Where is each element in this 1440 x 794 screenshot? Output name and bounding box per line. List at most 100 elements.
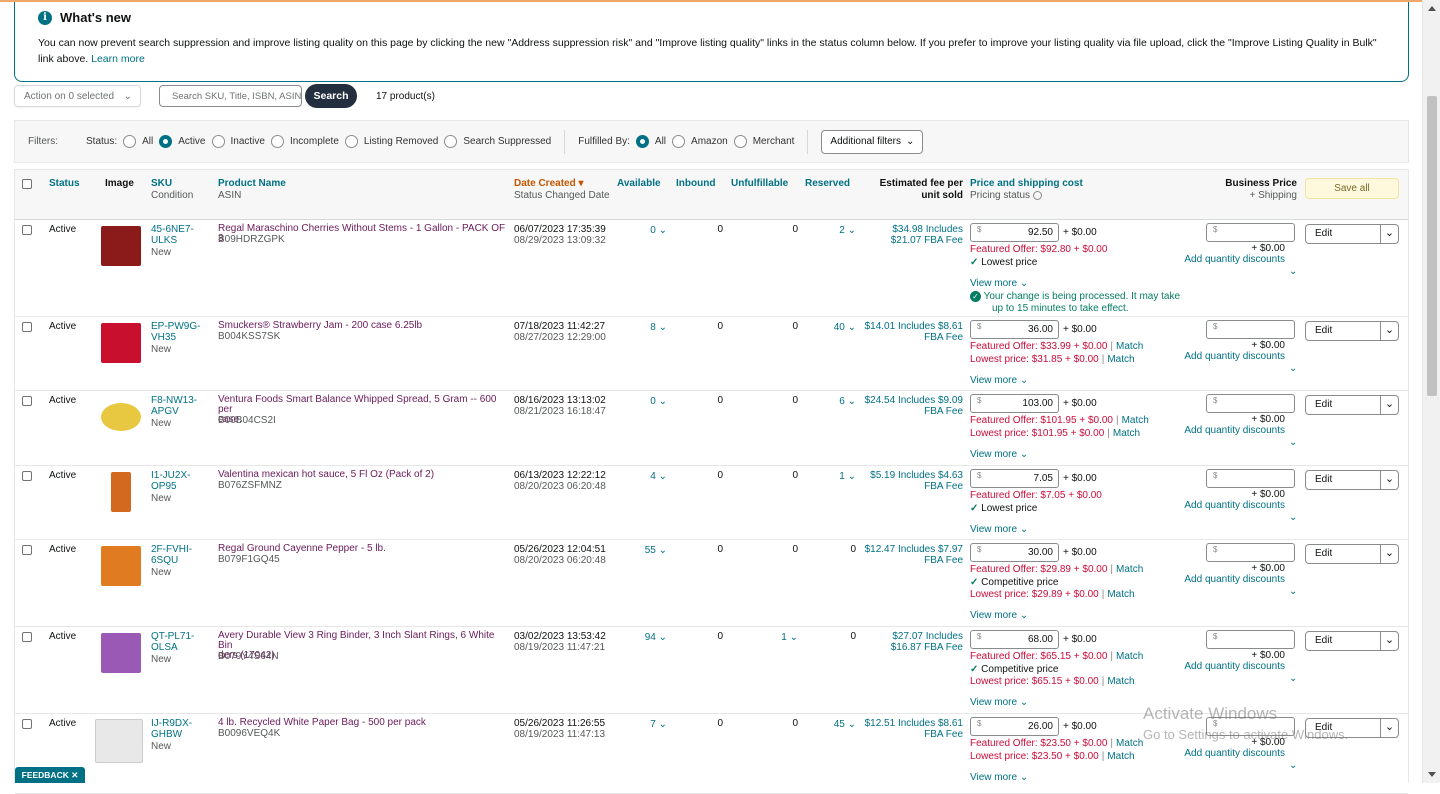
status-listing-removed-label[interactable]: Listing Removed — [364, 136, 438, 147]
status-all-radio[interactable] — [123, 135, 137, 148]
chevron-down-icon[interactable]: ⌄ — [1289, 586, 1297, 597]
product-image[interactable] — [101, 546, 141, 586]
fulfilled-merchant-label[interactable]: Merchant — [753, 136, 795, 147]
status-all-label[interactable]: All — [142, 136, 153, 147]
match-featured-link[interactable]: Match — [1116, 651, 1143, 662]
price-input[interactable]: $68.00 — [970, 630, 1059, 649]
row-checkbox[interactable] — [22, 545, 32, 555]
add-quantity-discounts-link[interactable]: Add quantity discounts — [1175, 425, 1285, 436]
business-price-input[interactable]: $ — [1206, 320, 1295, 339]
col-status[interactable]: Status — [49, 178, 80, 189]
fulfilled-merchant-radio[interactable] — [733, 135, 747, 148]
edit-button[interactable]: Edit ⌄ — [1305, 321, 1399, 341]
available-dropdown[interactable]: 55 ⌄ — [627, 545, 667, 556]
col-price[interactable]: Price and shipping cost Pricing status — [970, 178, 1083, 201]
business-price-input[interactable]: $ — [1206, 394, 1295, 413]
sku-link[interactable]: 45-6NE7- ULKS — [151, 224, 194, 246]
edit-button[interactable]: Edit ⌄ — [1305, 470, 1399, 490]
unfulfillable-dropdown[interactable]: 1 ⌄ — [768, 632, 798, 643]
sku-link[interactable]: 2F-FVHI- 6SQU — [151, 544, 192, 566]
status-active-label[interactable]: Active — [178, 136, 205, 147]
match-lowest-link[interactable]: Match — [1107, 589, 1134, 600]
fulfilled-amazon-label[interactable]: Amazon — [691, 136, 728, 147]
estimated-fee-link[interactable]: $34.98 Includes $21.07 FBA Fee — [853, 224, 963, 246]
match-featured-link[interactable]: Match — [1116, 341, 1143, 352]
estimated-fee-link[interactable]: $12.51 Includes $8.61 FBA Fee — [853, 718, 963, 740]
add-quantity-discounts-link[interactable]: Add quantity discounts — [1175, 748, 1285, 759]
price-input[interactable]: $36.00 — [970, 320, 1059, 339]
sku-link[interactable]: QT-PL71- OLSA — [151, 631, 194, 653]
available-dropdown[interactable]: 0 ⌄ — [627, 225, 667, 236]
estimated-fee-link[interactable]: $14.01 Includes $8.61 FBA Fee — [853, 321, 963, 343]
product-name-link[interactable]: Regal Ground Cayenne Pepper - 5 lb. — [218, 544, 508, 554]
chevron-down-icon[interactable]: ⌄ — [1289, 437, 1297, 448]
col-available[interactable]: Available — [617, 178, 661, 189]
status-inactive-radio[interactable] — [211, 135, 225, 148]
match-featured-link[interactable]: Match — [1116, 738, 1143, 749]
business-price-input[interactable]: $ — [1206, 543, 1295, 562]
status-active-radio[interactable] — [159, 135, 173, 148]
available-dropdown[interactable]: 4 ⌄ — [627, 471, 667, 482]
row-checkbox[interactable] — [22, 719, 32, 729]
chevron-down-icon[interactable]: ⌄ — [1289, 266, 1297, 277]
estimated-fee-link[interactable]: $5.19 Includes $4.63 FBA Fee — [853, 470, 963, 492]
available-dropdown[interactable]: 7 ⌄ — [627, 719, 667, 730]
price-input[interactable]: $103.00 — [970, 394, 1059, 413]
chevron-down-icon[interactable]: ⌄ — [1289, 512, 1297, 523]
product-image[interactable] — [101, 633, 141, 673]
status-inactive-label[interactable]: Inactive — [231, 136, 265, 147]
learn-more-link[interactable]: Learn more — [91, 53, 145, 65]
estimated-fee-link[interactable]: $24.54 Includes $9.09 FBA Fee — [853, 395, 963, 417]
add-quantity-discounts-link[interactable]: Add quantity discounts — [1175, 351, 1285, 362]
row-checkbox[interactable] — [22, 632, 32, 642]
status-listing-removed-radio[interactable] — [344, 135, 358, 148]
reserved-dropdown[interactable]: 45 ⌄ — [815, 719, 856, 730]
reserved-dropdown[interactable]: 1 ⌄ — [815, 471, 856, 482]
chevron-down-icon[interactable]: ⌄ — [1289, 363, 1297, 374]
available-dropdown[interactable]: 8 ⌄ — [627, 322, 667, 333]
product-name-link[interactable]: 4 lb. Recycled White Paper Bag - 500 per… — [218, 718, 508, 728]
available-dropdown[interactable]: 94 ⌄ — [627, 632, 667, 643]
feedback-button[interactable]: FEEDBACK ✕ — [15, 767, 85, 783]
status-incomplete-label[interactable]: Incomplete — [290, 136, 339, 147]
edit-button[interactable]: Edit ⌄ — [1305, 395, 1399, 415]
match-lowest-link[interactable]: Match — [1107, 354, 1134, 365]
row-checkbox[interactable] — [22, 471, 32, 481]
business-price-input[interactable]: $ — [1206, 223, 1295, 242]
product-image[interactable] — [101, 323, 141, 363]
product-image[interactable] — [101, 403, 141, 431]
add-quantity-discounts-link[interactable]: Add quantity discounts — [1175, 574, 1285, 585]
available-dropdown[interactable]: 0 ⌄ — [627, 396, 667, 407]
match-lowest-link[interactable]: Match — [1113, 428, 1140, 439]
row-checkbox[interactable] — [22, 225, 32, 235]
select-all-checkbox[interactable] — [22, 179, 32, 189]
col-product-name[interactable]: Product Name ASIN — [218, 178, 286, 201]
fulfilled-all-radio[interactable] — [635, 135, 649, 148]
additional-filters-button[interactable]: Additional filters ⌄ — [821, 129, 924, 154]
chevron-down-icon[interactable]: ⌄ — [1289, 760, 1297, 771]
match-lowest-link[interactable]: Match — [1107, 751, 1134, 762]
save-all-button[interactable]: Save all — [1305, 178, 1399, 199]
price-input[interactable]: $92.50 — [970, 223, 1059, 242]
match-featured-link[interactable]: Match — [1122, 415, 1149, 426]
product-image[interactable] — [111, 472, 131, 512]
view-more-link[interactable]: View more ⌄ — [970, 610, 1028, 621]
estimated-fee-link[interactable]: $12.47 Includes $7.97 FBA Fee — [853, 544, 963, 566]
view-more-link[interactable]: View more ⌄ — [970, 772, 1028, 783]
bulk-action-dropdown[interactable]: Action on 0 selected ⌄ — [14, 85, 141, 107]
fulfilled-amazon-radio[interactable] — [672, 135, 686, 148]
col-sku[interactable]: SKU Condition — [151, 178, 193, 201]
reserved-dropdown[interactable]: 40 ⌄ — [815, 322, 856, 333]
sku-link[interactable]: IJ-R9DX- GHBW — [151, 718, 192, 740]
add-quantity-discounts-link[interactable]: Add quantity discounts — [1175, 500, 1285, 511]
sku-link[interactable]: EP-PW9G- VH35 — [151, 321, 200, 343]
view-more-link[interactable]: View more ⌄ — [970, 278, 1028, 289]
view-more-link[interactable]: View more ⌄ — [970, 697, 1028, 708]
scrollbar-thumb[interactable] — [1427, 96, 1437, 396]
status-search-suppressed-label[interactable]: Search Suppressed — [463, 136, 551, 147]
row-checkbox[interactable] — [22, 396, 32, 406]
match-lowest-link[interactable]: Match — [1107, 676, 1134, 687]
search-input[interactable]: Search SKU, Title, ISBN, ASIN — [159, 85, 302, 107]
view-more-link[interactable]: View more ⌄ — [970, 375, 1028, 386]
estimated-fee-link[interactable]: $27.07 Includes $16.87 FBA Fee — [853, 631, 963, 653]
